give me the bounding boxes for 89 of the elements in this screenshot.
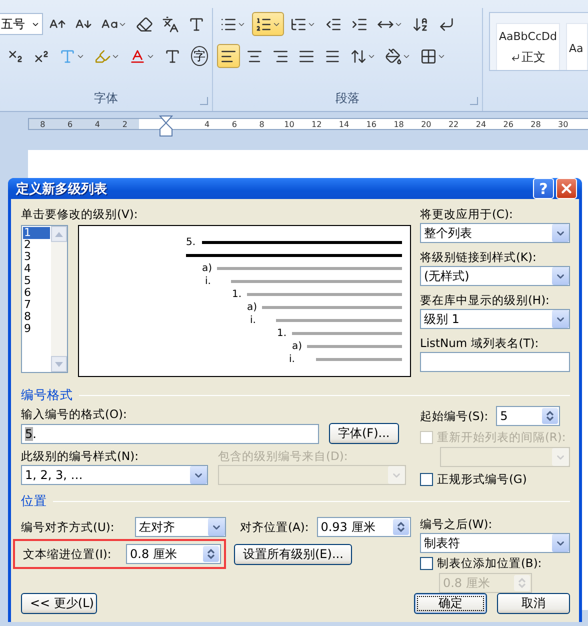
field-label: 包含的级别编号来自(D): (218, 448, 348, 465)
spin-arrows-icon (203, 546, 219, 562)
phonetic-guide-icon (162, 16, 179, 32)
numbered-list-button[interactable] (252, 12, 284, 36)
spin-arrows-icon (542, 408, 558, 424)
start-at-spinner[interactable]: 5 (496, 406, 560, 426)
preview-number: 1. (232, 289, 243, 300)
set-all-levels-button[interactable]: 设置所有级别(E)... (234, 544, 352, 564)
preview-number: a) (202, 263, 214, 274)
section-heading: 编号格式 (21, 386, 73, 404)
field-label: 编号对齐方式(U): (21, 519, 116, 536)
help-button[interactable]: ? (533, 178, 554, 199)
text-effect-icon (59, 48, 76, 64)
number-alignment-dropdown[interactable]: 左对齐 (135, 517, 226, 537)
field-label: 将更改应用于(C): (420, 206, 514, 223)
field-label: 将级别链接到样式(K): (420, 249, 538, 266)
borders-icon (420, 48, 437, 64)
ruler-number: 6 (56, 119, 84, 129)
close-icon (559, 181, 574, 196)
legal-numbering-checkbox[interactable]: 正规形式编号(G) (420, 469, 570, 489)
field-label: 单击要修改的级别(V): (21, 206, 139, 223)
level-list[interactable]: 1 2 3 4 5 6 7 8 9 (21, 225, 68, 373)
ruler-number: 8 (29, 119, 56, 129)
less-button[interactable]: << 更少(L) (21, 593, 97, 614)
indent-at-spinner[interactable]: 0.8 厘米 (126, 544, 221, 564)
eraser-icon (136, 16, 153, 32)
close-button[interactable] (556, 178, 577, 199)
enclose-character-button[interactable]: 字 (191, 46, 208, 66)
field-label: 对齐位置(A): (240, 519, 309, 536)
number-style-dropdown[interactable]: 1, 2, 3, … (21, 465, 208, 485)
paint-bucket-icon (385, 48, 402, 64)
font-size-combo[interactable]: 五号 (0, 13, 43, 35)
dialog-title: 定义新多级列表 (16, 180, 107, 198)
group-label: 段落 (334, 90, 360, 107)
return-arrow-icon (510, 53, 520, 62)
listnum-input[interactable] (420, 352, 570, 372)
field-label: 文本缩进位置(I): (23, 546, 112, 563)
preview-number: i. (289, 354, 296, 365)
sort-icon (412, 16, 429, 32)
follow-number-dropdown[interactable]: 制表符 (420, 533, 570, 553)
cancel-button[interactable]: 取消 (497, 593, 570, 614)
bordered-letter-icon (188, 16, 205, 32)
style-card[interactable]: AaBbCcDd 正文 (496, 23, 560, 70)
field-label: 编号之后(W): (420, 516, 494, 533)
ruler-number: 2 (111, 119, 139, 129)
link-style-dropdown[interactable]: (无样式) (420, 266, 570, 286)
line-spacing-icon (350, 48, 367, 64)
gallery-level-dropdown[interactable]: 级别 1 (420, 309, 570, 329)
level-item[interactable]: 7 (23, 299, 50, 311)
level-item[interactable]: 6 (23, 287, 50, 299)
return-arrow-icon (438, 16, 455, 32)
apply-to-dropdown[interactable]: 整个列表 (420, 223, 570, 243)
preview-number: i. (250, 315, 257, 326)
level-item[interactable]: 9 (23, 323, 50, 335)
style-card[interactable]: Aa (566, 23, 588, 70)
level-item[interactable]: 5 (23, 275, 50, 287)
spin-arrows-icon (392, 519, 409, 535)
field-label: 输入编号的格式(O): (21, 406, 128, 423)
section-heading: 位置 (21, 492, 47, 510)
ok-button[interactable]: 确定 (414, 593, 487, 614)
restart-dropdown[interactable] (440, 447, 570, 467)
preview-number: 5. (186, 237, 197, 248)
field-label: 此级别的编号样式(N): (21, 448, 140, 465)
level-item[interactable]: 4 (23, 263, 50, 275)
preview-number: a) (247, 302, 258, 313)
number-format-input[interactable]: 5. (21, 424, 319, 444)
preview-number: a) (292, 341, 304, 352)
field-label: 起始编号(S): (420, 408, 488, 425)
group-label: 字体 (93, 90, 119, 107)
spin-arrows-icon (514, 575, 530, 591)
field-label: ListNum 域列表名(T): (420, 335, 540, 352)
ruler-number: 4 (84, 119, 112, 129)
style-name: 正文 (522, 49, 546, 66)
letter-shading-icon (164, 48, 181, 64)
preview-number: i. (205, 276, 212, 287)
level-item[interactable]: 3 (23, 251, 50, 263)
level-item[interactable]: 2 (23, 239, 50, 251)
indent-marker-icon[interactable] (158, 115, 173, 137)
level-item[interactable]: 1 (23, 227, 50, 239)
font-color-icon (129, 48, 146, 64)
font-button[interactable]: 字体(F)... (329, 423, 399, 444)
highlighter-icon (94, 48, 111, 64)
numbered-list-icon (255, 16, 272, 32)
field-label: 要在库中显示的级别(H): (420, 292, 550, 309)
aligned-at-spinner[interactable]: 0.93 厘米 (316, 517, 411, 537)
align-left-button[interactable] (217, 44, 240, 68)
preview-number: 1. (277, 328, 288, 339)
tab-stop-checkbox[interactable]: 制表位添加位置(B): (420, 553, 570, 573)
level-item[interactable]: 8 (23, 311, 50, 323)
